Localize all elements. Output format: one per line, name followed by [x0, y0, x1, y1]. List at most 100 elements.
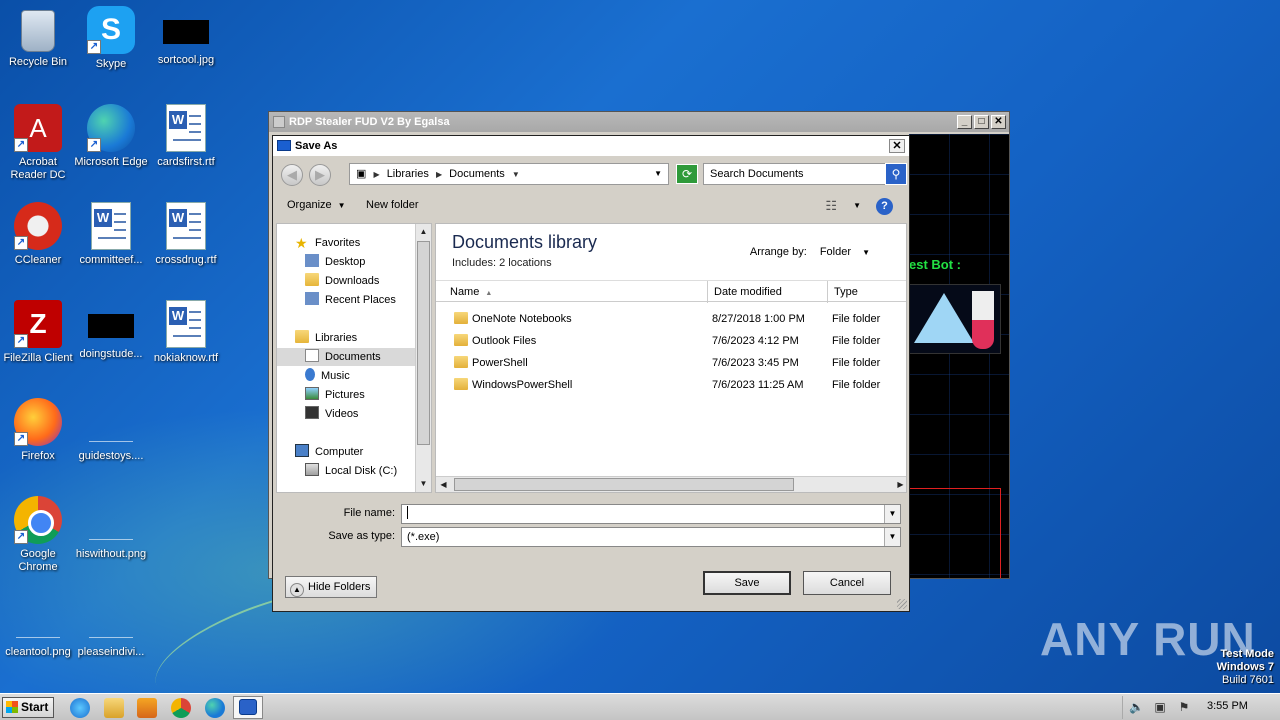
file-date: 7/6/2023 11:25 AM	[712, 379, 804, 391]
close-button[interactable]: ✕	[991, 115, 1006, 129]
library-includes[interactable]: Includes: 2 locations	[452, 257, 552, 269]
clock[interactable]: 3:55 PM	[1207, 700, 1248, 712]
edge-icon[interactable]	[205, 698, 225, 718]
search-input[interactable]: Search Documents ⚲	[703, 163, 907, 185]
nav-documents[interactable]: Documents	[277, 348, 417, 366]
desktop-icon-label: pleaseindivi...	[77, 646, 145, 658]
desktop-icon-firefox[interactable]: ↗ Firefox	[0, 398, 76, 463]
desktop-icon-nokiaknow[interactable]: W nokiaknow.rtf	[148, 300, 224, 365]
horizontal-scrollbar[interactable]: ◀ ▶	[436, 476, 906, 492]
column-type[interactable]: Type	[828, 281, 906, 303]
network-icon[interactable]: ▣	[1153, 700, 1167, 714]
maximize-button[interactable]: □	[974, 115, 989, 129]
resize-grip[interactable]	[897, 599, 907, 609]
filezilla-icon: Z ↗	[14, 300, 62, 348]
scrollbar-thumb[interactable]	[417, 241, 430, 445]
cancel-button[interactable]: Cancel	[803, 571, 891, 595]
scrollbar-thumb[interactable]	[454, 478, 794, 491]
address-dropdown-icon[interactable]: ▼	[654, 164, 662, 184]
chrome-icon[interactable]	[171, 698, 191, 718]
scroll-up-icon[interactable]: ▲	[416, 224, 431, 240]
table-row[interactable]: WindowsPowerShell 7/6/2023 11:25 AM File…	[436, 374, 906, 396]
nav-favorites[interactable]: ★ Favorites	[295, 234, 360, 252]
nav-label: Videos	[325, 408, 359, 420]
explorer-icon[interactable]	[104, 698, 124, 718]
desktop-icon-cardsfirst[interactable]: W cardsfirst.rtf	[148, 104, 224, 169]
dialog-titlebar[interactable]: Save As ✕	[273, 136, 909, 156]
table-row[interactable]: PowerShell 7/6/2023 3:45 PM File folder	[436, 352, 906, 374]
file-type: File folder	[832, 357, 881, 369]
chevron-down-icon[interactable]: ▼	[884, 505, 900, 523]
desktop-icon-skype[interactable]: S ↗ Skype	[73, 6, 149, 71]
file-name-input[interactable]: ▼	[401, 504, 901, 524]
desktop-icon-acrobat[interactable]: A ↗ Acrobat Reader DC	[0, 104, 76, 182]
flag-icon[interactable]: ⚑	[1177, 700, 1191, 714]
nav-pictures[interactable]: Pictures	[305, 386, 365, 404]
scroll-left-icon[interactable]: ◀	[436, 477, 451, 492]
desktop-icon-filezilla[interactable]: Z ↗ FileZilla Client	[0, 300, 76, 365]
volume-icon[interactable]: 🔈	[1129, 700, 1144, 714]
nav-local-disk[interactable]: Local Disk (C:)	[305, 462, 397, 480]
nav-libraries[interactable]: Libraries	[295, 329, 357, 347]
arrange-by[interactable]: Arrange by: Folder ▼	[750, 246, 870, 258]
desktop-icon-chrome[interactable]: ↗ Google Chrome	[0, 496, 76, 574]
dialog-close-button[interactable]: ✕	[889, 139, 905, 153]
nav-scrollbar[interactable]: ▲ ▼	[415, 224, 431, 492]
start-button[interactable]: Start	[2, 697, 54, 718]
table-row[interactable]: Outlook Files 7/6/2023 4:12 PM File fold…	[436, 330, 906, 352]
media-player-icon[interactable]	[137, 698, 157, 718]
search-icon[interactable]: ⚲	[885, 163, 907, 185]
desktop-icon-pleaseindivi[interactable]: pleaseindivi...	[73, 594, 149, 659]
column-name[interactable]: Name ▲	[436, 281, 708, 303]
videos-icon	[305, 406, 319, 419]
help-icon[interactable]: ?	[876, 198, 893, 215]
back-button[interactable]: ◀	[281, 164, 303, 186]
minimize-button[interactable]: _	[957, 115, 972, 129]
desktop-icon-sortcool[interactable]: sortcool.jpg	[148, 6, 224, 67]
nav-downloads[interactable]: Downloads	[305, 272, 379, 290]
view-options-icon[interactable]: ☷	[825, 198, 837, 214]
desktop-icon-guidestoys[interactable]: guidestoys....	[73, 398, 149, 463]
test-mode-label: Test Mode Windows 7 Build 7601	[1217, 648, 1274, 687]
nav-music[interactable]: Music	[305, 367, 350, 385]
desktop-icon-edge[interactable]: ↗ Microsoft Edge	[73, 104, 149, 169]
chevron-down-icon[interactable]: ▼	[853, 201, 861, 210]
breadcrumb-documents[interactable]: Documents	[449, 168, 505, 180]
desktop-icon-cleantool[interactable]: cleantool.png	[0, 594, 76, 659]
nav-computer[interactable]: Computer	[295, 443, 363, 461]
desktop-icon-label: guidestoys....	[78, 450, 144, 462]
chevron-down-icon[interactable]: ▼	[862, 248, 870, 257]
nav-recent-places[interactable]: Recent Places	[305, 291, 396, 309]
desktop-icon-hiswithout[interactable]: hiswithout.png	[73, 496, 149, 561]
nav-videos[interactable]: Videos	[305, 405, 358, 423]
nav-desktop[interactable]: Desktop	[305, 253, 365, 271]
new-folder-button[interactable]: New folder	[366, 199, 419, 211]
column-date-modified[interactable]: Date modified	[708, 281, 828, 303]
chevron-down-icon[interactable]: ▼	[512, 170, 520, 179]
skype-icon: S ↗	[87, 6, 135, 54]
desktop-icon-committeef[interactable]: W committeef...	[73, 202, 149, 267]
internet-explorer-icon[interactable]	[70, 698, 90, 718]
arrange-value[interactable]: Folder	[820, 246, 851, 258]
save-as-dialog[interactable]: Save As ✕ ◀ ▶ ▣ ▶ Libraries ▶ Documents …	[272, 135, 910, 612]
scroll-right-icon[interactable]: ▶	[893, 477, 906, 492]
desktop-icon-recycle-bin[interactable]: Recycle Bin	[0, 6, 76, 69]
table-row[interactable]: OneNote Notebooks 8/27/2018 1:00 PM File…	[436, 308, 906, 330]
desktop-icon-doingstude[interactable]: doingstude...	[73, 300, 149, 361]
parent-window-titlebar[interactable]: RDP Stealer FUD V2 By Egalsa _ □ ✕	[269, 112, 1009, 132]
flask-image	[909, 284, 1001, 354]
organize-button[interactable]: Organize ▼	[287, 199, 346, 211]
breadcrumb-libraries[interactable]: Libraries	[387, 168, 429, 180]
taskbar-active-window[interactable]	[233, 696, 263, 719]
refresh-button[interactable]: ⟳	[676, 164, 698, 184]
file-date: 7/6/2023 3:45 PM	[712, 357, 799, 369]
save-button[interactable]: Save	[703, 571, 791, 595]
chevron-down-icon[interactable]: ▼	[884, 528, 900, 546]
scroll-down-icon[interactable]: ▼	[416, 476, 431, 492]
save-as-type-select[interactable]: (*.exe) ▼	[401, 527, 901, 547]
address-bar[interactable]: ▣ ▶ Libraries ▶ Documents ▼ ▼	[349, 163, 669, 185]
desktop-icon-crossdrug[interactable]: W crossdrug.rtf	[148, 202, 224, 267]
forward-button[interactable]: ▶	[309, 164, 331, 186]
hide-folders-button[interactable]: ▲ Hide Folders	[285, 576, 378, 598]
desktop-icon-ccleaner[interactable]: ↗ CCleaner	[0, 202, 76, 267]
